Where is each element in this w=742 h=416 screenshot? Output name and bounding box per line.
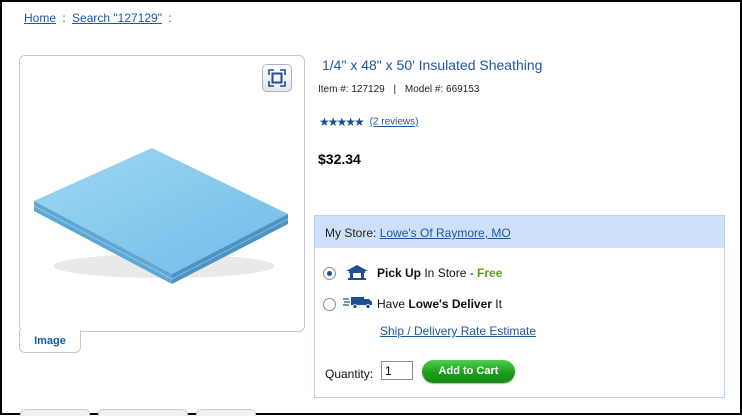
meta-separator: | xyxy=(393,84,397,95)
deliver-prefix: Have xyxy=(377,297,409,311)
product-image-panel xyxy=(19,55,305,332)
item-number-value: 127129 xyxy=(351,84,385,95)
store-panel: My Store: Lowe's Of Raymore, MO Pick Up … xyxy=(314,215,725,398)
breadcrumb-trail-separator: : xyxy=(168,11,172,25)
pickup-bold: Pick Up xyxy=(377,266,422,280)
star-rating-icon: ★★★★★ xyxy=(319,115,365,129)
breadcrumb-home-link[interactable]: Home xyxy=(24,11,56,25)
model-number-label: Model #: xyxy=(404,84,444,95)
breadcrumb: Home : Search "127129" : xyxy=(24,11,175,25)
quantity-label: Quantity: xyxy=(325,367,374,381)
item-number-label: Item #: xyxy=(318,84,349,95)
expand-icon xyxy=(268,69,286,87)
product-image xyxy=(34,148,289,284)
store-icon xyxy=(346,265,368,280)
pickup-free: Free xyxy=(477,266,503,280)
deliver-radio[interactable] xyxy=(323,298,336,311)
deliver-bold: Lowe's Deliver xyxy=(408,297,492,311)
model-number-value: 669153 xyxy=(446,84,480,95)
store-header: My Store: Lowe's Of Raymore, MO xyxy=(315,216,724,248)
truck-icon xyxy=(343,297,372,309)
my-store-text: My Store: xyxy=(325,226,377,240)
pickup-radio[interactable] xyxy=(323,267,336,280)
product-meta: Item #: 127129 | Model #: 669153 xyxy=(318,84,479,95)
reviews-link[interactable]: (2 reviews) xyxy=(370,117,419,128)
deliver-suffix: It xyxy=(491,297,502,311)
product-title: 1/4" x 48" x 50' Insulated Sheathing xyxy=(322,57,543,73)
zoom-button[interactable] xyxy=(262,64,292,92)
add-to-cart-button[interactable]: Add to Cart xyxy=(422,360,515,383)
pickup-rest: In Store - xyxy=(421,266,478,280)
breadcrumb-search-link[interactable]: Search "127129" xyxy=(72,11,162,25)
deliver-text: Have Lowe's Deliver It xyxy=(377,297,502,311)
pickup-text: Pick Up In Store - Free xyxy=(377,266,502,280)
my-store-label: My Store: Lowe's Of Raymore, MO xyxy=(325,226,511,240)
tab-image[interactable]: Image xyxy=(19,330,81,353)
store-name-link[interactable]: Lowe's Of Raymore, MO xyxy=(380,226,511,240)
product-price: $32.34 xyxy=(318,151,361,167)
breadcrumb-separator: : xyxy=(62,11,66,25)
rating-row: ★★★★★ (2 reviews) xyxy=(319,115,418,129)
quantity-input[interactable] xyxy=(381,361,413,380)
ship-rate-estimate-link[interactable]: Ship / Delivery Rate Estimate xyxy=(380,324,536,338)
